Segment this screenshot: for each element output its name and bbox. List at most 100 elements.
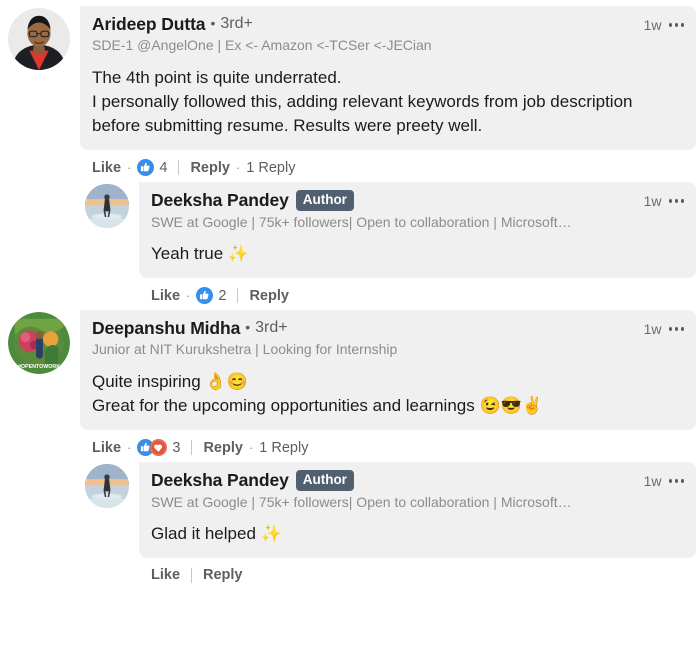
comment-actions: Like · 3 Reply · 1 Reply bbox=[80, 430, 696, 456]
commenter-identity: Deeksha Pandey Author SWE at Google | 75k+… bbox=[151, 190, 572, 231]
action-divider bbox=[237, 288, 239, 304]
name-separator: • bbox=[245, 319, 251, 336]
comment-actions: Like · 4 Reply · 1 Reply bbox=[80, 150, 696, 176]
comment-bubble: Arideep Dutta • 3rd+ SDE-1 @AngelOne | Ex <… bbox=[80, 6, 696, 150]
comment-timestamp: 1w bbox=[643, 17, 662, 33]
commenter-headline: SDE-1 @AngelOne | Ex <- Amazon <-TCSer <… bbox=[92, 37, 432, 54]
reaction-summary[interactable]: 4 bbox=[137, 159, 167, 176]
action-divider bbox=[191, 567, 193, 583]
reply-button[interactable]: Reply bbox=[190, 160, 230, 176]
comment-bubble: Deeksha Pandey Author SWE at Google | 75k+… bbox=[139, 462, 696, 559]
author-badge: Author bbox=[295, 470, 354, 491]
commenter-headline: SWE at Google | 75k+ followers| Open to … bbox=[151, 493, 572, 510]
commenter-name-line: Deeksha Pandey Author bbox=[151, 470, 572, 491]
comment-text: Glad it helped ✨ bbox=[151, 524, 282, 544]
name-separator: • bbox=[210, 15, 216, 32]
action-separator: · bbox=[235, 160, 241, 175]
overflow-menu-icon[interactable] bbox=[668, 199, 684, 203]
comment-bubble: Deepanshu Midha • 3rd+ Junior at NIT Kuruks… bbox=[80, 310, 696, 431]
overflow-menu-icon[interactable] bbox=[668, 327, 684, 331]
like-button[interactable]: Like bbox=[92, 160, 121, 176]
comment-body: Deeksha Pandey Author SWE at Google | 75k+… bbox=[139, 182, 696, 304]
commenter-name-line: Deeksha Pandey Author bbox=[151, 190, 572, 211]
menu-dot bbox=[674, 199, 678, 203]
author-badge: Author bbox=[295, 190, 354, 211]
comment-text: The 4th point is quite underrated. I per… bbox=[92, 67, 633, 135]
comment-meta-right: 1w bbox=[644, 470, 684, 489]
comment-header: Deeksha Pandey Author SWE at Google | 75k+… bbox=[151, 190, 684, 231]
comment-meta-right: 1w bbox=[644, 318, 684, 337]
commenter-name-line: Arideep Dutta • 3rd+ bbox=[92, 14, 432, 34]
action-separator: · bbox=[127, 160, 132, 175]
comment-timestamp: 1w bbox=[643, 473, 662, 490]
like-button[interactable]: Like bbox=[92, 440, 121, 456]
reaction-count: 4 bbox=[159, 159, 168, 176]
menu-dot bbox=[680, 327, 684, 331]
comment-arideep-dutta: Arideep Dutta • 3rd+ SDE-1 @AngelOne | Ex <… bbox=[0, 0, 696, 176]
comment-actions: Like Reply bbox=[139, 558, 696, 583]
comment-meta-right: 1w bbox=[644, 190, 684, 209]
overflow-menu-icon[interactable] bbox=[668, 23, 684, 27]
menu-dot bbox=[668, 327, 672, 331]
comment-body: Deeksha Pandey Author SWE at Google | 75k+… bbox=[139, 462, 696, 583]
reaction-summary[interactable]: 2 bbox=[196, 287, 226, 304]
commenter-headline: SWE at Google | 75k+ followers| Open to … bbox=[151, 213, 572, 230]
commenter-name[interactable]: Arideep Dutta bbox=[92, 14, 206, 34]
comments-thread: Arideep Dutta • 3rd+ SDE-1 @AngelOne | Ex <… bbox=[0, 0, 696, 647]
reaction-love-icon bbox=[150, 439, 167, 456]
comment-text: Quite inspiring 👌😊 Great for the upcomin… bbox=[92, 371, 543, 415]
reaction-summary[interactable]: 3 bbox=[137, 439, 180, 456]
comment-deepanshu-midha: Deepanshu Midha • 3rd+ Junior at NIT Kuruks… bbox=[0, 304, 696, 456]
reply-button[interactable]: Reply bbox=[249, 288, 289, 304]
comment-meta-right: 1w bbox=[644, 14, 684, 33]
view-replies-link[interactable]: 1 Reply bbox=[259, 440, 308, 456]
commenter-name[interactable]: Deepanshu Midha bbox=[92, 318, 240, 338]
comment-body: Deepanshu Midha • 3rd+ Junior at NIT Kuruks… bbox=[80, 310, 696, 456]
reaction-count: 3 bbox=[172, 439, 181, 456]
avatar[interactable] bbox=[8, 312, 70, 374]
action-divider bbox=[178, 160, 180, 175]
action-divider bbox=[191, 440, 193, 456]
reaction-like-icon bbox=[137, 159, 154, 176]
commenter-identity: Deeksha Pandey Author SWE at Google | 75k+… bbox=[151, 470, 572, 511]
reaction-count: 2 bbox=[218, 287, 227, 304]
comment-text: Yeah true ✨ bbox=[151, 244, 250, 264]
menu-dot bbox=[668, 479, 672, 483]
comment-header: Deepanshu Midha • 3rd+ Junior at NIT Kuruks… bbox=[92, 318, 684, 359]
like-button[interactable]: Like bbox=[151, 288, 180, 304]
comment-header: Deeksha Pandey Author SWE at Google | 75k+… bbox=[151, 470, 684, 511]
commenter-name[interactable]: Deeksha Pandey bbox=[151, 470, 289, 490]
commenter-headline: Junior at NIT Kurukshetra | Looking for … bbox=[92, 341, 398, 358]
like-button[interactable]: Like bbox=[151, 567, 180, 583]
comment-deeksha-pandey-1: Deeksha Pandey Author SWE at Google | 75k+… bbox=[0, 176, 696, 304]
menu-dot bbox=[680, 23, 684, 27]
menu-dot bbox=[674, 23, 678, 27]
avatar[interactable] bbox=[85, 184, 129, 228]
menu-dot bbox=[680, 199, 684, 203]
menu-dot bbox=[674, 479, 678, 483]
commenter-identity: Deepanshu Midha • 3rd+ Junior at NIT Kuruks… bbox=[92, 318, 397, 359]
action-separator: · bbox=[127, 440, 132, 456]
menu-dot bbox=[668, 23, 672, 27]
reply-button[interactable]: Reply bbox=[203, 440, 243, 456]
menu-dot bbox=[668, 199, 672, 203]
reaction-like-icon bbox=[196, 287, 213, 304]
comment-bubble: Deeksha Pandey Author SWE at Google | 75k+… bbox=[139, 182, 696, 279]
comment-timestamp: 1w bbox=[643, 193, 662, 209]
comment-actions: Like · 2 Reply bbox=[139, 278, 696, 304]
menu-dot bbox=[680, 479, 684, 483]
view-replies-link[interactable]: 1 Reply bbox=[246, 160, 295, 176]
avatar[interactable] bbox=[8, 8, 70, 70]
commenter-name[interactable]: Deeksha Pandey bbox=[151, 190, 289, 210]
comment-deeksha-pandey-2: Deeksha Pandey Author SWE at Google | 75k+… bbox=[0, 456, 696, 583]
comment-timestamp: 1w bbox=[643, 321, 662, 338]
commenter-identity: Arideep Dutta • 3rd+ SDE-1 @AngelOne | Ex <… bbox=[92, 14, 432, 55]
overflow-menu-icon[interactable] bbox=[668, 479, 684, 483]
reply-button[interactable]: Reply bbox=[203, 567, 243, 583]
avatar[interactable] bbox=[85, 464, 129, 508]
action-separator: · bbox=[186, 288, 191, 304]
action-separator: · bbox=[248, 440, 254, 456]
connection-degree: 3rd+ bbox=[220, 14, 253, 32]
menu-dot bbox=[674, 327, 678, 331]
commenter-name-line: Deepanshu Midha • 3rd+ bbox=[92, 318, 397, 338]
